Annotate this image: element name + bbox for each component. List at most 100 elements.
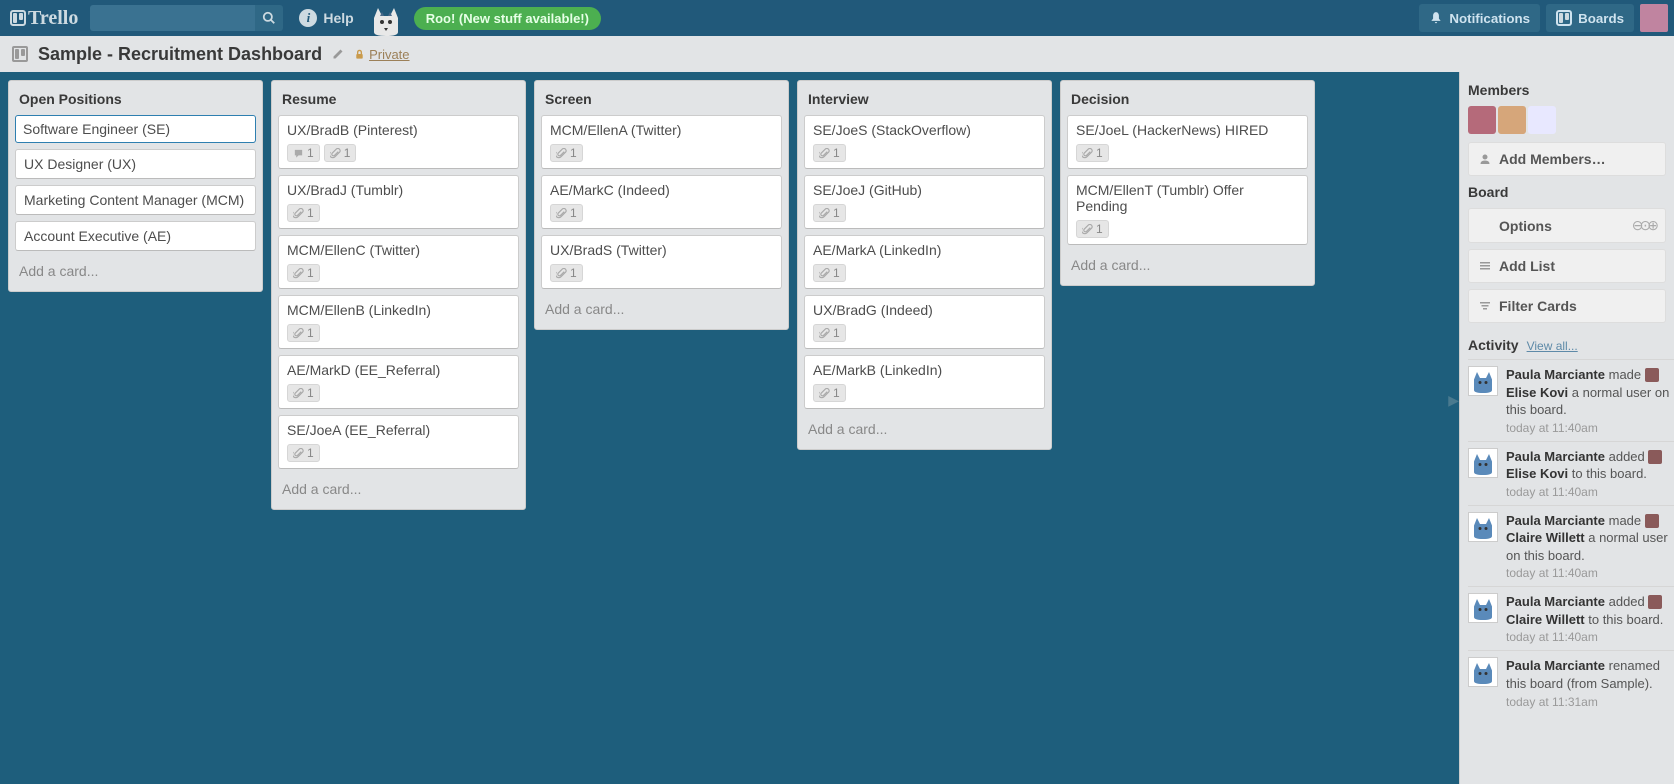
- edit-title-icon[interactable]: [332, 48, 344, 60]
- card[interactable]: AE/MarkC (Indeed)1: [541, 175, 782, 229]
- attachment-icon: [1082, 148, 1093, 159]
- add-members-button[interactable]: Add Members…: [1468, 142, 1666, 176]
- activity-item: Paula Marciante made Elise Kovi a normal…: [1468, 359, 1674, 441]
- card[interactable]: Software Engineer (SE): [15, 115, 256, 143]
- list-title[interactable]: Interview: [804, 87, 1045, 115]
- search-button[interactable]: [255, 5, 283, 31]
- list-title[interactable]: Resume: [278, 87, 519, 115]
- list-title[interactable]: Screen: [541, 87, 782, 115]
- card[interactable]: MCM/EllenB (LinkedIn)1: [278, 295, 519, 349]
- card[interactable]: SE/JoeJ (GitHub)1: [804, 175, 1045, 229]
- board-icon: [12, 46, 28, 62]
- privacy-label: Private: [369, 47, 409, 62]
- info-icon: i: [299, 9, 317, 27]
- member-avatar[interactable]: [1498, 106, 1526, 134]
- add-list-button[interactable]: Add List: [1468, 249, 1666, 283]
- card[interactable]: MCM/EllenC (Twitter)1: [278, 235, 519, 289]
- attachment-icon: [293, 448, 304, 459]
- notifications-button[interactable]: Notifications: [1419, 4, 1540, 32]
- card[interactable]: SE/JoeS (StackOverflow) 1: [804, 115, 1045, 169]
- add-card-button[interactable]: Add a card...: [541, 295, 782, 323]
- attachment-icon: [556, 208, 567, 219]
- activity-body: Paula Marciante made Elise Kovi a normal…: [1506, 366, 1670, 435]
- sidebar-toggle[interactable]: ▶: [1448, 392, 1459, 409]
- privacy-toggle[interactable]: Private: [354, 47, 409, 62]
- activity-body: Paula Marciante renamed this board (from…: [1506, 657, 1670, 708]
- card-title: MCM/EllenA (Twitter): [550, 122, 773, 138]
- list-title[interactable]: Decision: [1067, 87, 1308, 115]
- mentioned-avatar: [1648, 595, 1662, 609]
- card[interactable]: UX/BradB (Pinterest)11: [278, 115, 519, 169]
- attachments-badge: 1: [1076, 144, 1109, 162]
- attachments-badge: 1: [1076, 220, 1109, 238]
- card[interactable]: UX Designer (UX): [15, 149, 256, 179]
- filter-cards-button[interactable]: Filter Cards: [1468, 289, 1666, 323]
- add-list-label: Add List: [1499, 258, 1555, 274]
- attachments-badge: 1: [287, 384, 320, 402]
- card[interactable]: AE/MarkD (EE_Referral)1: [278, 355, 519, 409]
- member-avatar[interactable]: [1528, 106, 1556, 134]
- attachments-badge: 1: [813, 264, 846, 282]
- card-badges: 1: [813, 324, 1036, 342]
- card-title: UX/BradG (Indeed): [813, 302, 1036, 318]
- attachments-badge: 1: [813, 384, 846, 402]
- card[interactable]: AE/MarkB (LinkedIn)1: [804, 355, 1045, 409]
- card[interactable]: Marketing Content Manager (MCM): [15, 185, 256, 215]
- mascot-icon[interactable]: [370, 0, 406, 36]
- activity-time: today at 11:31am: [1506, 695, 1670, 709]
- card[interactable]: UX/BradS (Twitter)1: [541, 235, 782, 289]
- card-badges: 1: [813, 384, 1036, 402]
- add-card-button[interactable]: Add a card...: [1067, 251, 1308, 279]
- add-card-button[interactable]: Add a card...: [278, 475, 519, 503]
- activity-item: Paula Marciante added Claire Willett to …: [1468, 586, 1674, 650]
- attachments-badge: 1: [287, 444, 320, 462]
- card-title: SE/JoeS (StackOverflow): [813, 122, 1036, 138]
- activity-time: today at 11:40am: [1506, 485, 1670, 499]
- add-card-button[interactable]: Add a card...: [804, 415, 1045, 443]
- attachment-icon: [330, 148, 341, 159]
- activity-item: Paula Marciante made Claire Willett a no…: [1468, 505, 1674, 587]
- view-all-link[interactable]: View all...: [1527, 339, 1578, 353]
- card[interactable]: UX/BradJ (Tumblr)1: [278, 175, 519, 229]
- card[interactable]: SE/JoeL (HackerNews) HIRED1: [1067, 115, 1308, 169]
- activity-avatar[interactable]: [1468, 366, 1498, 396]
- filter-label: Filter Cards: [1499, 298, 1577, 314]
- activity-avatar[interactable]: [1468, 593, 1498, 623]
- card-badges: 1: [287, 384, 510, 402]
- attachments-badge: 1: [287, 204, 320, 222]
- card-badges: 1: [287, 264, 510, 282]
- card[interactable]: MCM/EllenT (Tumblr) Offer Pending1: [1067, 175, 1308, 245]
- attachment-icon: [556, 148, 567, 159]
- comment-icon: [293, 148, 304, 159]
- card-badges: 1: [550, 264, 773, 282]
- attachments-badge: 1: [813, 144, 846, 162]
- card-title: Account Executive (AE): [24, 228, 247, 244]
- trello-logo[interactable]: Trello: [6, 7, 82, 30]
- activity-list: Paula Marciante made Elise Kovi a normal…: [1468, 359, 1674, 715]
- card[interactable]: AE/MarkA (LinkedIn)1: [804, 235, 1045, 289]
- card[interactable]: UX/BradG (Indeed) 1: [804, 295, 1045, 349]
- activity-avatar[interactable]: [1468, 512, 1498, 542]
- card-badges: 1: [287, 444, 510, 462]
- help-button[interactable]: i Help: [291, 9, 361, 27]
- user-avatar[interactable]: [1640, 4, 1668, 32]
- card-badges: 11: [287, 144, 510, 162]
- attachments-badge: 1: [550, 264, 583, 282]
- header-right: Notifications Boards: [1419, 4, 1668, 32]
- card[interactable]: Account Executive (AE): [15, 221, 256, 251]
- mentioned-avatar: [1645, 368, 1659, 382]
- board-section-heading: Board: [1468, 182, 1674, 208]
- attachment-icon: [293, 328, 304, 339]
- activity-avatar[interactable]: [1468, 657, 1498, 687]
- roo-notification[interactable]: Roo! (New stuff available!): [414, 7, 601, 30]
- list-title[interactable]: Open Positions: [15, 87, 256, 115]
- boards-button[interactable]: Boards: [1546, 4, 1634, 32]
- add-card-button[interactable]: Add a card...: [15, 257, 256, 285]
- search-input[interactable]: [90, 5, 255, 31]
- activity-avatar[interactable]: [1468, 448, 1498, 478]
- card[interactable]: MCM/EllenA (Twitter)1: [541, 115, 782, 169]
- attachment-icon: [1082, 224, 1093, 235]
- card[interactable]: SE/JoeA (EE_Referral)1: [278, 415, 519, 469]
- member-avatar[interactable]: [1468, 106, 1496, 134]
- options-button[interactable]: Options ⊖⊙⊕: [1468, 208, 1666, 243]
